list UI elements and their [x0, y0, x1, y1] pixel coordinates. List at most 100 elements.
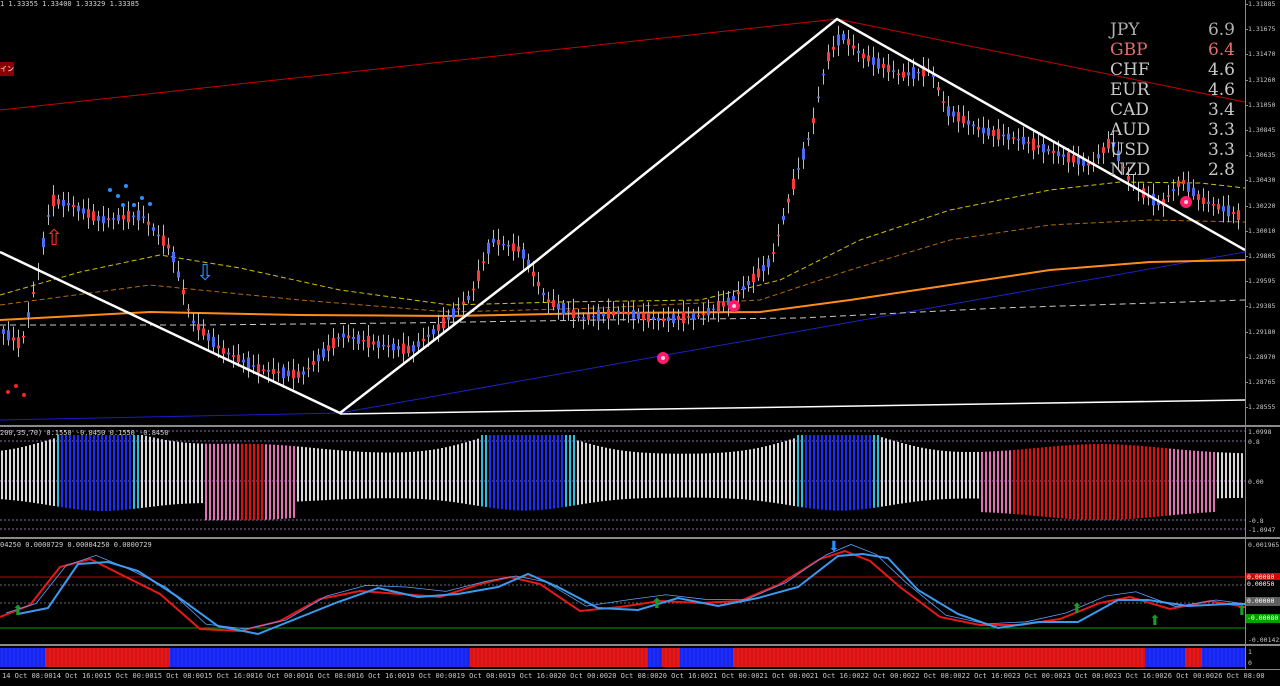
time-axis[interactable]: 14 Oct 08:00 14 Oct 16:00 15 Oct 00:00 15 O… [0, 669, 1280, 686]
candle-body [982, 127, 985, 134]
price-tick-label: 1.31260 [1248, 75, 1276, 84]
time-label: 23 Oct 00:00 [1012, 672, 1063, 680]
candle-body [292, 369, 295, 379]
trend-segment [1145, 648, 1185, 667]
candle-body [1217, 204, 1220, 210]
candle-body [247, 357, 250, 370]
candle-body [402, 343, 405, 354]
histogram-chart [0, 430, 1245, 530]
candle-body [167, 244, 170, 249]
candle-body [372, 341, 375, 345]
candle-body [467, 295, 470, 301]
price-tick-label: 1.30220 [1248, 201, 1276, 210]
currency-strength-panel: JPY 6.9 GBP 6.4 CHF 4.6 EUR 4.6 CAD 3.4 AUD 3.3 USD 3… [1110, 20, 1235, 180]
candle-body [172, 251, 175, 263]
candle-body [1077, 156, 1080, 165]
candle-body [1027, 141, 1030, 144]
candle-body [367, 335, 370, 348]
histogram-indicator-pane[interactable] [0, 427, 1245, 537]
time-label: 22 Oct 00:00 [860, 672, 912, 680]
candle-body [392, 343, 395, 351]
candle-body [272, 368, 275, 375]
candle-body [262, 369, 265, 372]
time-label: 14 Oct 08:00 [2, 672, 53, 680]
candle-body [937, 87, 940, 91]
time-label: 21 Oct 00:00 [709, 672, 760, 680]
candle-body [587, 314, 590, 320]
oscillator-indicator-pane[interactable]: ⬆ ⬆ ⬆ ⬆ ⬆ ⬇ [0, 539, 1245, 644]
candle-body [882, 64, 885, 68]
candle-body [487, 242, 490, 254]
candle-body [297, 371, 300, 378]
candle-body [652, 316, 655, 320]
ma-yellow-dashed-line [0, 181, 1245, 306]
candle-body [132, 215, 135, 218]
candle-body [592, 315, 595, 318]
time-label: 19 Oct 16:00 [507, 672, 558, 680]
trend-bar-pane[interactable] [0, 646, 1245, 669]
candle-body [62, 199, 65, 207]
candle-body [637, 311, 640, 320]
candle-body [97, 216, 100, 221]
strength-value: 2.8 [1207, 160, 1235, 180]
signal-dot [108, 188, 112, 192]
candle-body [1182, 179, 1185, 185]
buy-arrow-icon: ⬆ [1071, 601, 1083, 617]
candle-body [627, 312, 630, 315]
trend-segment [733, 648, 1145, 667]
price-tick-label: 1.31885 [1248, 0, 1276, 8]
indicator2-axis[interactable] [1245, 539, 1280, 644]
candle-body [357, 334, 360, 344]
currency-code: EUR [1110, 80, 1150, 100]
price-tick-label: 1.31470 [1248, 50, 1276, 59]
candle-body [1057, 151, 1060, 157]
candle-body [77, 205, 80, 212]
trend-segment [470, 648, 648, 667]
candle-body [827, 52, 830, 62]
candle-body [212, 336, 215, 348]
trend-segment [1202, 648, 1245, 667]
candle-body [622, 311, 625, 314]
buy-arrow-icon: ⬆ [1149, 613, 1161, 629]
candle-body [657, 317, 660, 321]
time-label: 23 Oct 16:00 [1113, 672, 1164, 680]
strength-row: CHF 4.6 [1110, 60, 1235, 80]
candle-body [692, 312, 695, 320]
candle-body [442, 317, 445, 329]
main-price-axis[interactable] [1245, 0, 1280, 425]
time-label: 19 Oct 00:00 [406, 672, 457, 680]
candle-body [202, 328, 205, 336]
candle-body [842, 33, 845, 41]
candle-body [122, 215, 125, 220]
candle-body [647, 312, 650, 322]
candle-body [512, 243, 515, 252]
candle-body [1222, 206, 1225, 212]
candle-body [957, 112, 960, 122]
candle-body [892, 70, 895, 72]
candle-body [1102, 147, 1105, 153]
main-price-chart[interactable]: ⇧ ⇩ [0, 0, 1245, 425]
candle-body [1187, 182, 1190, 192]
candle-body [582, 317, 585, 319]
candle-body [1042, 144, 1045, 153]
candle-body [572, 309, 575, 319]
candle-body [227, 352, 230, 355]
price-tick-label: 1.30635 [1248, 151, 1276, 160]
candle-body [222, 348, 225, 354]
currency-code: AUD [1110, 120, 1151, 140]
zigzag-line [0, 17, 1245, 415]
price-marker-box: 0.00050 [1246, 580, 1280, 589]
candle-body [602, 313, 605, 317]
candle-body [722, 301, 725, 307]
candle-body [777, 234, 780, 237]
candle-body [472, 288, 475, 291]
candle-body [747, 281, 750, 285]
candle-body [557, 303, 560, 309]
signal-line-red [0, 549, 1245, 633]
candle-body [412, 345, 415, 352]
candle-body [347, 335, 350, 339]
time-label: 16 Oct 00:00 [254, 672, 306, 680]
candle-body [852, 45, 855, 49]
flower-marker-center [661, 356, 665, 360]
indicator2-tick-label: 0.001965 [1248, 541, 1280, 549]
